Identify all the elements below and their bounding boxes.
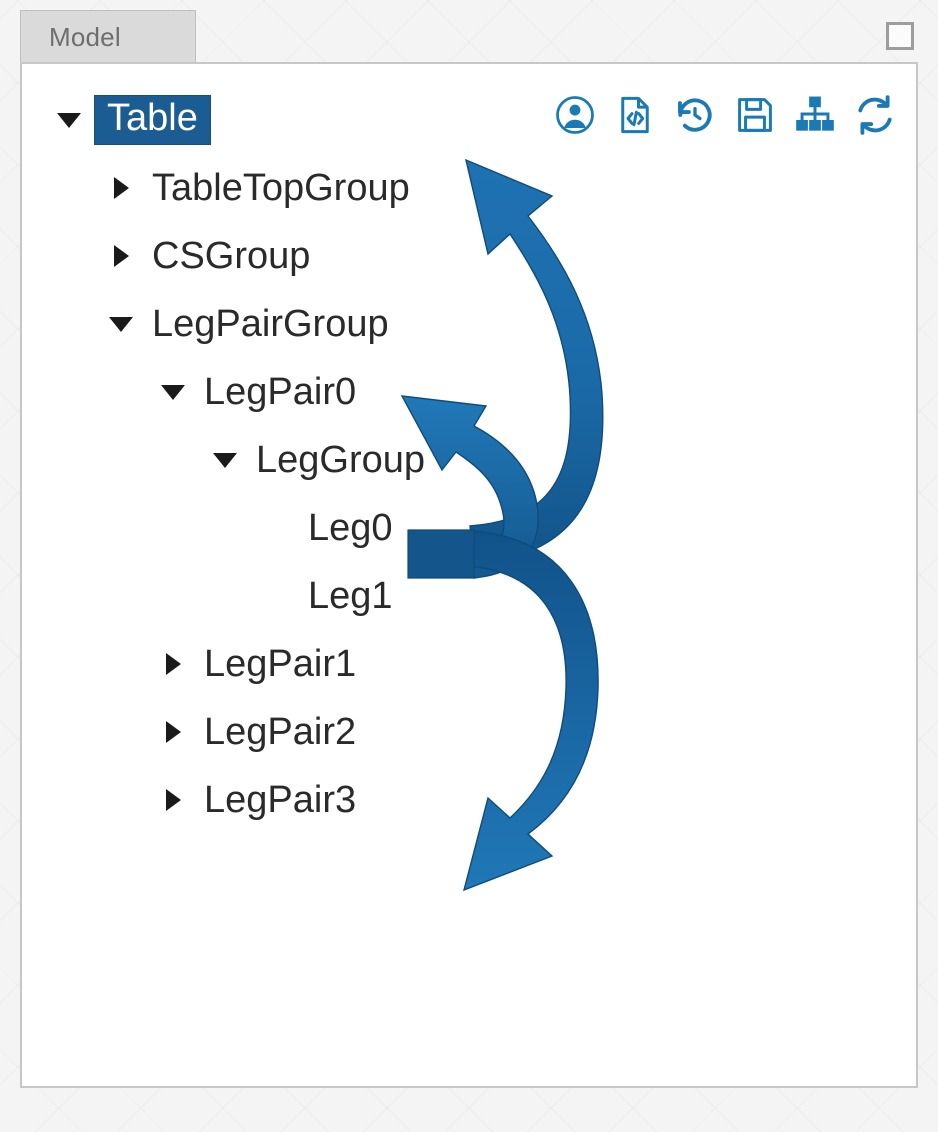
tree-node-csgroup[interactable]: CSGroup — [22, 222, 916, 290]
tree-node-label: LegPair1 — [204, 643, 357, 685]
tree-node-legpair1[interactable]: LegPair1 — [22, 630, 916, 698]
chevron-down-icon[interactable] — [208, 426, 242, 494]
tab-model-label: Model — [49, 22, 121, 52]
tree-node-legpair0[interactable]: LegPair0 — [22, 358, 916, 426]
tree-node-label: LegPair0 — [204, 371, 357, 413]
tab-strip: Model — [6, 8, 932, 64]
chevron-right-icon[interactable] — [104, 222, 138, 290]
chevron-down-icon[interactable] — [52, 86, 86, 154]
tree-node-leggroup[interactable]: LegGroup — [22, 426, 916, 494]
model-tree: Table TableTopGroup CSGroup LegPairGroup Leg… — [22, 86, 916, 834]
tree-node-label: Leg0 — [308, 507, 393, 549]
chevron-right-icon[interactable] — [156, 630, 190, 698]
tree-node-label: LegPair2 — [204, 711, 357, 753]
tree-node-legpair3[interactable]: LegPair3 — [22, 766, 916, 834]
model-tree-window: Model Table TableTopGroup CSGroup LegPai… — [0, 0, 938, 1132]
tree-node-legpairgroup[interactable]: LegPairGroup — [22, 290, 916, 358]
maximize-square-icon[interactable] — [886, 22, 914, 50]
tree-node-label: TableTopGroup — [152, 167, 410, 209]
chevron-right-icon[interactable] — [104, 154, 138, 222]
tree-node-leg0[interactable]: Leg0 — [22, 494, 916, 562]
tree-node-table[interactable]: Table — [22, 86, 916, 154]
chevron-right-icon[interactable] — [156, 698, 190, 766]
tree-node-leg1[interactable]: Leg1 — [22, 562, 916, 630]
tree-node-label: CSGroup — [152, 235, 311, 277]
chevron-down-icon[interactable] — [156, 358, 190, 426]
tree-node-label: LegPairGroup — [152, 303, 389, 345]
tree-node-label: Table — [94, 95, 211, 145]
tree-node-tabletopgroup[interactable]: TableTopGroup — [22, 154, 916, 222]
tree-node-legpair2[interactable]: LegPair2 — [22, 698, 916, 766]
chevron-down-icon[interactable] — [104, 290, 138, 358]
tree-node-label: Leg1 — [308, 575, 393, 617]
model-tree-panel: Table TableTopGroup CSGroup LegPairGroup Leg… — [20, 62, 918, 1088]
chevron-right-icon[interactable] — [156, 766, 190, 834]
tree-node-label: LegPair3 — [204, 779, 357, 821]
tree-node-label: LegGroup — [256, 439, 426, 481]
tab-model[interactable]: Model — [20, 10, 196, 64]
